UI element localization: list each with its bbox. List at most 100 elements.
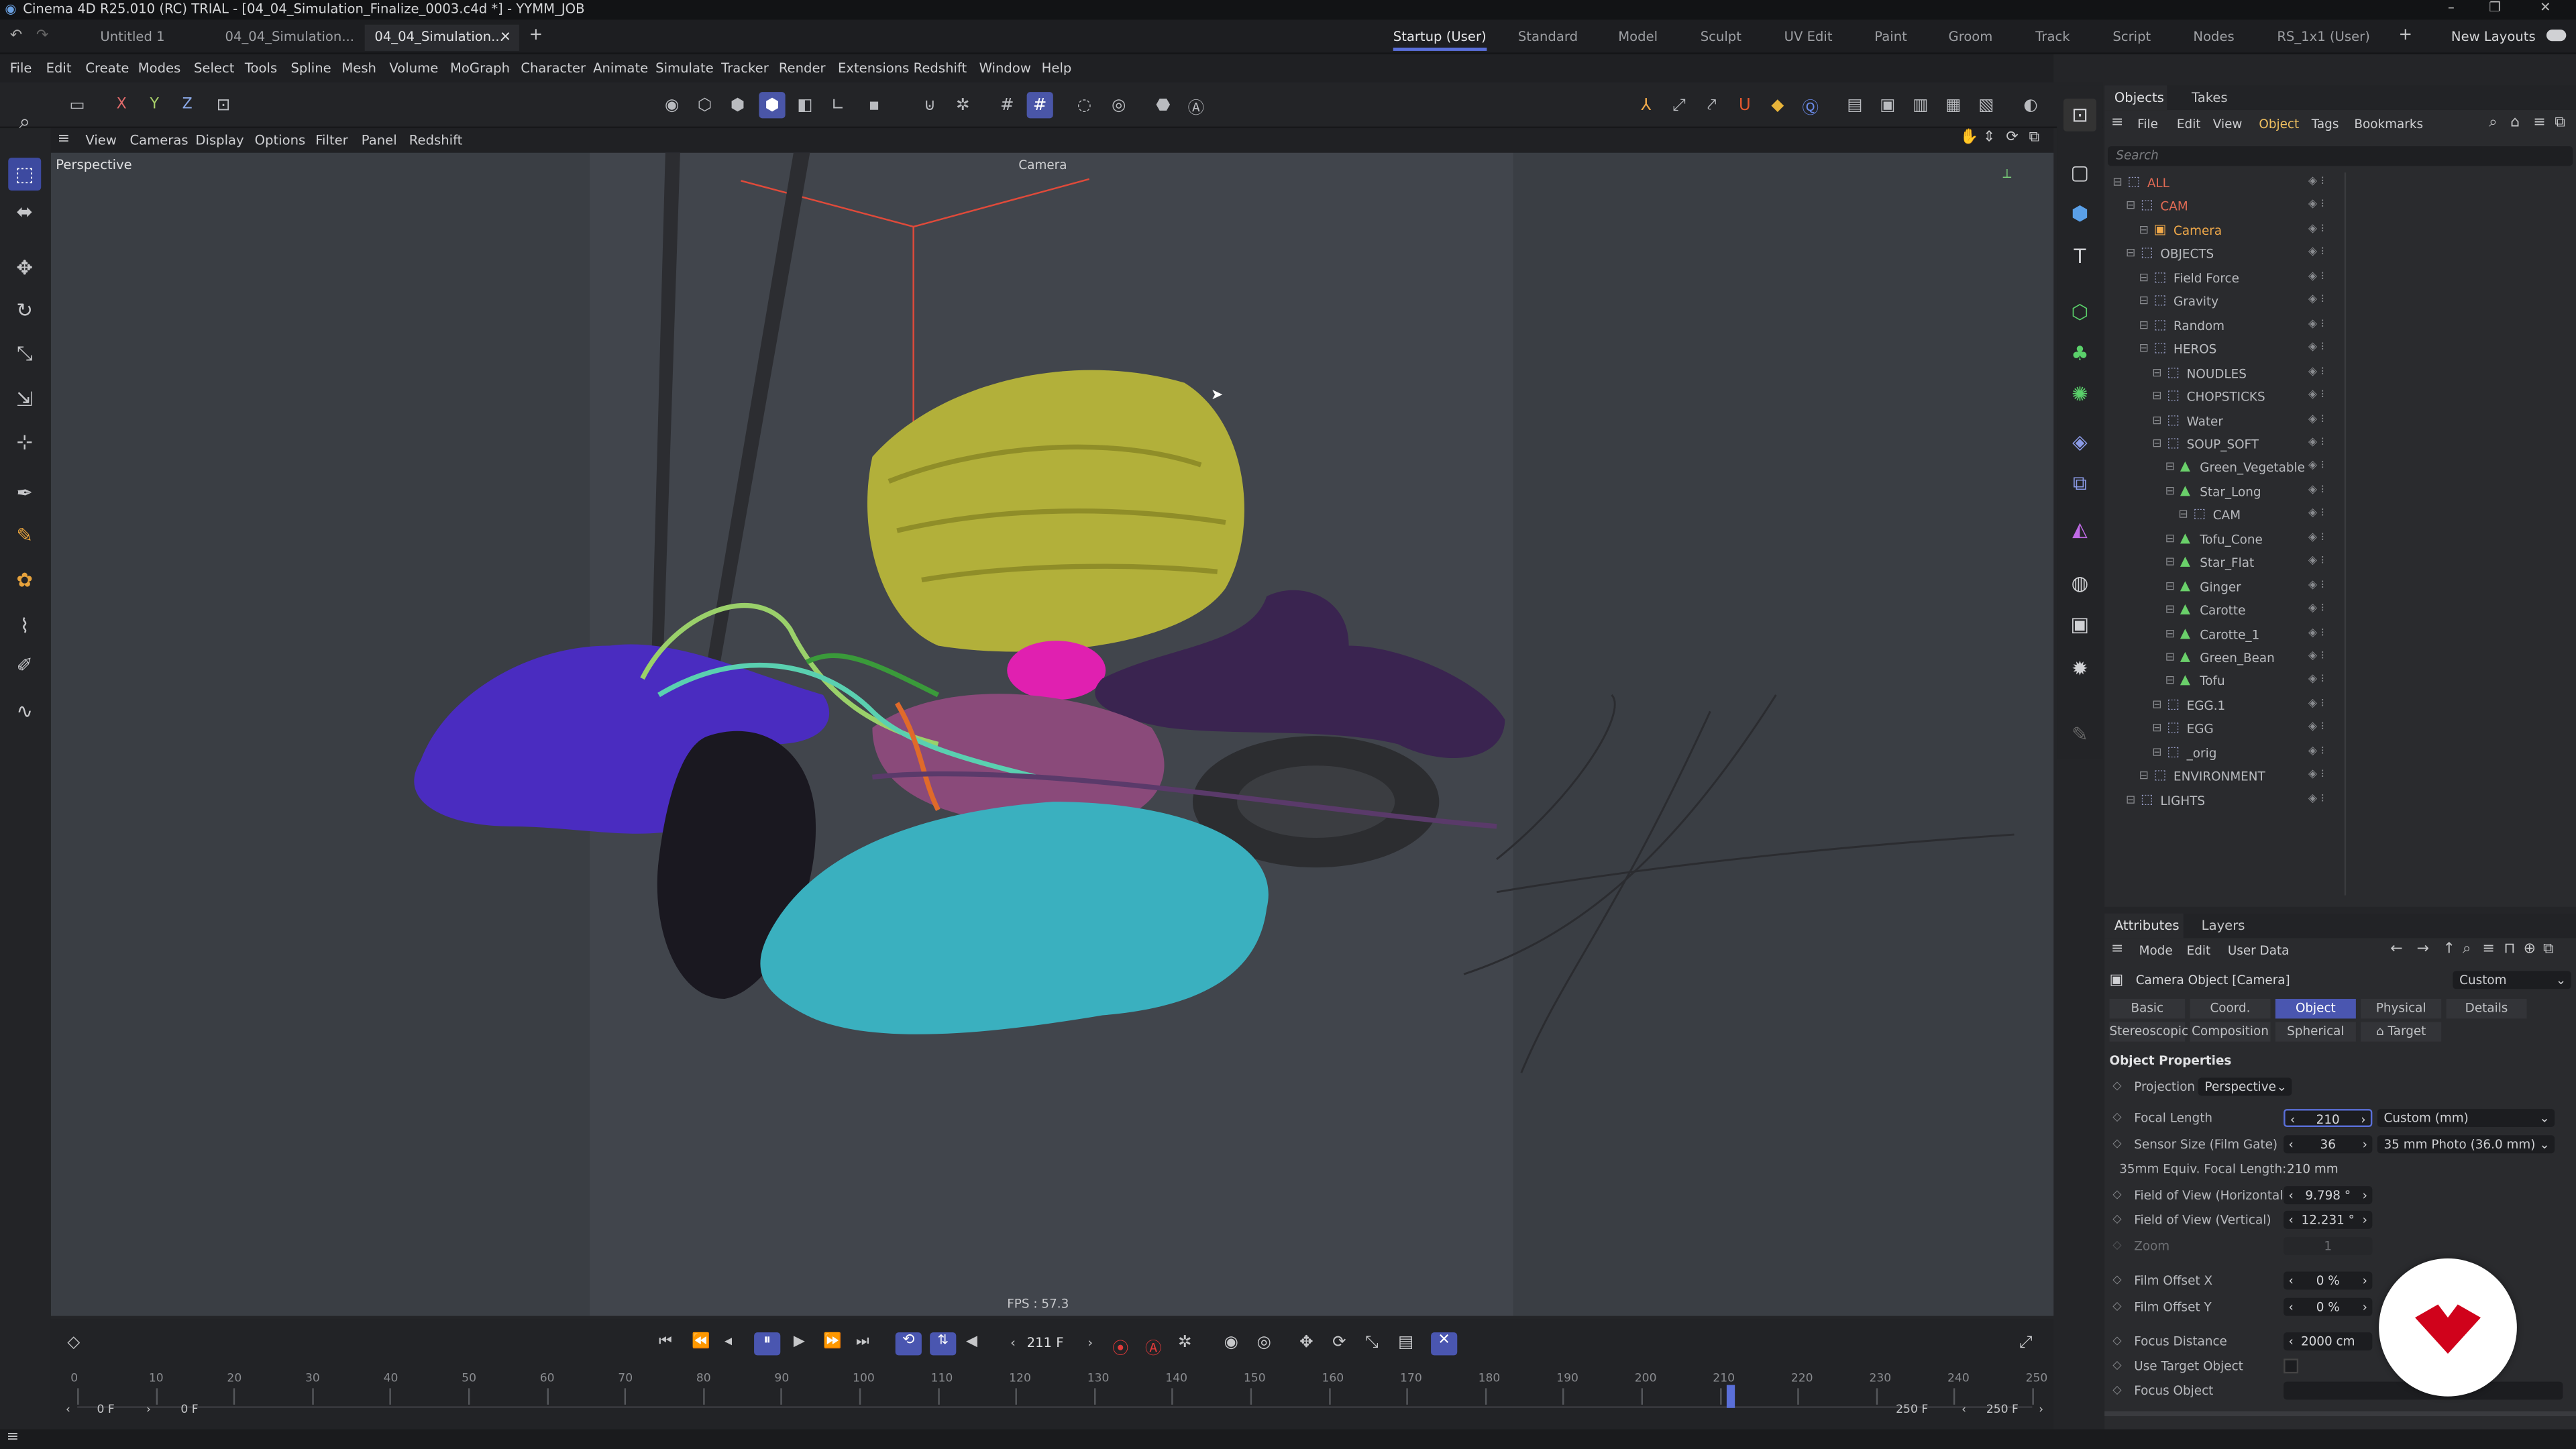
obj-new-window-icon[interactable]: ⧉ xyxy=(2555,115,2565,131)
expand-toggle-icon[interactable]: ⊟ xyxy=(2165,651,2175,664)
field-icon[interactable]: ◈ xyxy=(2063,425,2096,458)
axis-x-button[interactable]: X xyxy=(109,92,135,118)
menu-window[interactable]: Window xyxy=(979,61,1031,76)
knife-icon[interactable]: ✐ xyxy=(8,649,41,682)
add-layout-icon[interactable]: + xyxy=(2399,26,2413,44)
increment-icon[interactable]: › xyxy=(2363,1186,2367,1204)
attr-search-icon[interactable]: ⌕ xyxy=(2463,941,2471,957)
attr-filter-icon[interactable]: ≡ xyxy=(2482,941,2494,957)
visibility-dots-icon[interactable]: ◈ ⁝ xyxy=(2308,578,2324,591)
viewport-layout-icon[interactable]: ⊡ xyxy=(2063,98,2096,131)
menu-extensions[interactable]: Extensions xyxy=(838,61,909,76)
object-row[interactable]: ⊟ ⬚ EGG.1 ◈ ⁝ xyxy=(2104,695,2576,718)
transform-icon[interactable]: ⊹ xyxy=(8,425,41,458)
expand-toggle-icon[interactable]: ⊟ xyxy=(2152,413,2161,427)
text-icon[interactable]: T xyxy=(2063,240,2096,273)
loop-button[interactable]: ⟲ xyxy=(895,1332,922,1356)
expand-toggle-icon[interactable]: ⊟ xyxy=(2112,176,2122,189)
object-row[interactable]: ⊟ ⬚ Field Force ◈ ⁝ xyxy=(2104,268,2576,290)
object-row[interactable]: ⊟ ⬚ SOUP_SOFT ◈ ⁝ xyxy=(2104,433,2576,456)
prop-tab-spherical[interactable]: Spherical xyxy=(2275,1022,2356,1042)
attr-hamburger-icon[interactable]: ≡ xyxy=(2111,941,2123,957)
expand-toggle-icon[interactable]: ⊟ xyxy=(2152,390,2161,403)
objects-hamburger-icon[interactable]: ≡ xyxy=(2111,115,2123,131)
key-rotation-icon[interactable]: ⟳ xyxy=(1332,1334,1346,1352)
paint-icon[interactable]: ✿ xyxy=(8,564,41,596)
focus-distance-field[interactable]: ‹ 2000 cm xyxy=(2284,1332,2373,1351)
render-view-icon[interactable]: ▣ xyxy=(1874,92,1900,118)
object-mode-icon[interactable]: ⬢ xyxy=(759,92,786,119)
range-start-right-arrow-icon[interactable]: › xyxy=(146,1403,151,1416)
menu-create[interactable]: Create xyxy=(85,61,129,76)
fov-vertical-field[interactable]: ‹ 12.231 ° › xyxy=(2284,1210,2373,1229)
render-picture-viewer-icon[interactable]: ▥ xyxy=(1907,92,1933,118)
record-icon[interactable]: ⦿ xyxy=(1112,1334,1128,1358)
coordinate-system-icon[interactable]: ⊡ xyxy=(210,92,236,118)
visibility-dots-icon[interactable]: ◈ ⁝ xyxy=(2308,174,2324,188)
vp-menu-cameras[interactable]: Cameras xyxy=(129,133,188,148)
fovh-key-icon[interactable]: ◇ xyxy=(2112,1188,2121,1201)
points-mode-icon[interactable]: ◉ xyxy=(659,92,685,118)
go-to-start-icon[interactable]: ⏮ xyxy=(659,1334,672,1350)
expand-toggle-icon[interactable]: ⊟ xyxy=(2165,484,2175,498)
object-row[interactable]: ⊟ ⬚ CAM ◈ ⁝ xyxy=(2104,505,2576,528)
film-offset-y-field[interactable]: ‹ 0 % › xyxy=(2284,1297,2373,1316)
decrement-icon[interactable]: ‹ xyxy=(2288,1211,2293,1229)
maximize-view-icon[interactable]: ⧉ xyxy=(2029,129,2040,146)
next-key-icon[interactable]: ⏩ xyxy=(823,1334,841,1350)
obj-menu-object[interactable]: Object xyxy=(2259,117,2299,131)
object-row[interactable]: ⊟ ⬚ Gravity ◈ ⁝ xyxy=(2104,291,2576,314)
layout-toggle[interactable] xyxy=(2546,30,2567,42)
layout-groom[interactable]: Groom xyxy=(1949,30,1993,44)
visibility-dots-icon[interactable]: ◈ ⁝ xyxy=(2308,792,2324,805)
offx-key-icon[interactable]: ◇ xyxy=(2112,1273,2121,1287)
expand-toggle-icon[interactable]: ⊟ xyxy=(2139,271,2149,284)
pan-icon[interactable]: ✋ xyxy=(1960,129,1978,146)
visibility-dots-icon[interactable]: ◈ ⁝ xyxy=(2308,649,2324,662)
rotate-icon[interactable]: ↻ xyxy=(8,294,41,327)
menu-render[interactable]: Render xyxy=(779,61,826,76)
decrement-icon[interactable]: ‹ xyxy=(2290,1111,2295,1129)
new-tab-icon[interactable]: + xyxy=(529,26,543,44)
play-forward-icon[interactable]: ▶ xyxy=(794,1334,805,1350)
obj-home-icon[interactable]: ⌂ xyxy=(2510,115,2520,131)
new-layouts-button[interactable]: New Layouts xyxy=(2451,30,2536,44)
object-row[interactable]: ⊟ ⬚ _orig ◈ ⁝ xyxy=(2104,742,2576,765)
jump-icon[interactable]: ⤤ xyxy=(1699,92,1725,118)
go-to-end-icon[interactable]: ⏭ xyxy=(856,1334,869,1350)
object-row[interactable]: ⊟ ⬚ ENVIRONMENT ◈ ⁝ xyxy=(2104,766,2576,789)
motion-clip-icon[interactable]: ◎ xyxy=(1256,1334,1271,1352)
sensor-size-field[interactable]: ‹ 36 › xyxy=(2284,1135,2373,1154)
increment-icon[interactable]: › xyxy=(2363,1135,2367,1153)
expand-toggle-icon[interactable]: ⊟ xyxy=(2139,318,2149,331)
annotation-icon[interactable]: Ⓐ xyxy=(1183,92,1209,118)
attr-menu-mode[interactable]: Mode xyxy=(2139,943,2173,958)
menu-mograph[interactable]: MoGraph xyxy=(450,61,510,76)
object-row[interactable]: ⊟ ▲ Green_Bean ◈ ⁝ xyxy=(2104,647,2576,670)
prop-tab-physical[interactable]: Physical xyxy=(2361,998,2442,1019)
visibility-dots-icon[interactable]: ◈ ⁝ xyxy=(2308,602,2324,615)
environment-icon[interactable]: ◍ xyxy=(2063,567,2096,600)
tab-layers[interactable]: Layers xyxy=(2202,918,2245,933)
expand-toggle-icon[interactable]: ⊟ xyxy=(2152,437,2161,450)
visibility-dots-icon[interactable]: ◈ ⁝ xyxy=(2308,459,2324,472)
visibility-dots-icon[interactable]: ◈ ⁝ xyxy=(2308,625,2324,639)
visibility-dots-icon[interactable]: ◈ ⁝ xyxy=(2308,246,2324,259)
vp-menu-redshift[interactable]: Redshift xyxy=(409,133,463,148)
preview-range-button[interactable]: ⇅ xyxy=(930,1332,957,1356)
expand-toggle-icon[interactable]: ⊟ xyxy=(2139,294,2149,308)
link-icon[interactable]: ⤢ xyxy=(1666,92,1692,118)
range-start-field[interactable]: 0 F xyxy=(97,1403,114,1416)
current-frame-field[interactable]: 211 F xyxy=(1027,1336,1064,1350)
film-offset-x-field[interactable]: ‹ 0 % › xyxy=(2284,1271,2373,1290)
decrement-icon[interactable]: ‹ xyxy=(2288,1298,2293,1316)
decrement-icon[interactable]: ‹ xyxy=(2288,1186,2293,1204)
frame-ruler[interactable]: 0 10 20 30 40 50 60 70 80 90 100 110 120 130 140 150 160… xyxy=(70,1372,2047,1408)
expand-toggle-icon[interactable]: ⊟ xyxy=(2165,461,2175,474)
brush-icon[interactable]: ⌇ xyxy=(8,610,41,643)
layout-startup[interactable]: Startup (User) xyxy=(1393,30,1487,51)
increment-icon[interactable]: › xyxy=(2363,1272,2367,1290)
object-row[interactable]: ⊟ ▲ Star_Long ◈ ⁝ xyxy=(2104,481,2576,504)
visibility-dots-icon[interactable]: ◈ ⁝ xyxy=(2308,530,2324,543)
prop-tab-stereoscopic[interactable]: Stereoscopic xyxy=(2109,1022,2188,1042)
